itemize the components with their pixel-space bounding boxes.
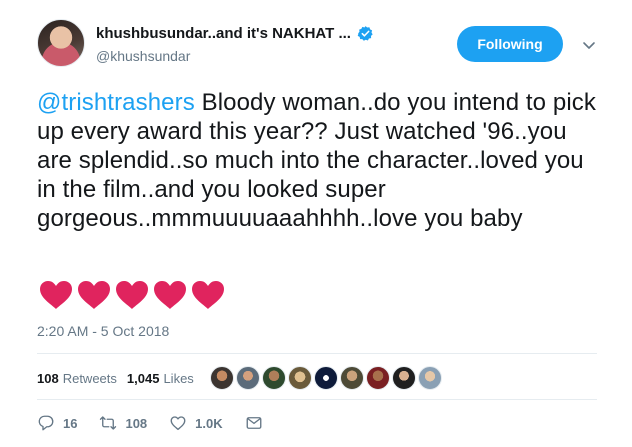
divider bbox=[37, 353, 597, 354]
tweet-text: @trishtrashers Bloody woman..do you inte… bbox=[37, 88, 607, 233]
like-count: 1.0K bbox=[195, 415, 223, 431]
reply-icon bbox=[38, 415, 54, 431]
mention-link[interactable]: @trishtrashers bbox=[37, 89, 195, 116]
likes-label[interactable]: Likes bbox=[163, 371, 193, 386]
liker-avatar[interactable] bbox=[209, 366, 234, 390]
heart-emoji bbox=[192, 281, 224, 309]
username-handle[interactable]: @khushsundar bbox=[96, 48, 374, 64]
heart-emojis bbox=[38, 279, 226, 311]
liker-avatar[interactable] bbox=[391, 366, 416, 390]
avatar[interactable] bbox=[37, 19, 85, 67]
divider bbox=[37, 399, 597, 400]
author-block: khushbusundar..and it's NAKHAT ... @khus… bbox=[96, 25, 374, 64]
like-icon bbox=[170, 416, 186, 431]
retweet-icon bbox=[100, 416, 117, 430]
heart-emoji bbox=[116, 281, 148, 309]
message-icon bbox=[246, 417, 262, 429]
direct-message-button[interactable] bbox=[245, 414, 263, 432]
heart-emoji bbox=[40, 281, 72, 309]
reply-button[interactable]: 16 bbox=[37, 414, 77, 432]
display-name[interactable]: khushbusundar..and it's NAKHAT ... bbox=[96, 25, 351, 42]
tweet-timestamp[interactable]: 2:20 AM - 5 Oct 2018 bbox=[37, 323, 169, 339]
like-button[interactable]: 1.0K bbox=[169, 414, 223, 432]
liker-avatar[interactable] bbox=[365, 366, 390, 390]
liker-avatar[interactable] bbox=[339, 366, 364, 390]
likes-count[interactable]: 1,045 bbox=[127, 371, 160, 386]
liker-avatars bbox=[209, 366, 442, 390]
retweets-count[interactable]: 108 bbox=[37, 371, 59, 386]
heart-emoji bbox=[154, 281, 186, 309]
liker-avatar[interactable] bbox=[417, 366, 442, 390]
liker-avatar[interactable] bbox=[261, 366, 286, 390]
following-button[interactable]: Following bbox=[457, 26, 563, 62]
reply-count: 16 bbox=[63, 415, 78, 431]
tweet-stats: 108 Retweets 1,045 Likes bbox=[37, 366, 442, 390]
chevron-down-icon[interactable] bbox=[581, 37, 597, 53]
liker-avatar[interactable] bbox=[313, 366, 338, 390]
retweet-count: 108 bbox=[125, 415, 148, 431]
retweet-button[interactable]: 108 bbox=[99, 414, 147, 432]
heart-emoji bbox=[78, 281, 110, 309]
verified-icon bbox=[357, 26, 373, 41]
liker-avatar[interactable] bbox=[235, 366, 260, 390]
retweets-label[interactable]: Retweets bbox=[63, 371, 117, 386]
liker-avatar[interactable] bbox=[287, 366, 312, 390]
tweet-actions: 16 108 1.0K bbox=[37, 414, 285, 432]
tweet-header: khushbusundar..and it's NAKHAT ... @khus… bbox=[37, 19, 607, 69]
